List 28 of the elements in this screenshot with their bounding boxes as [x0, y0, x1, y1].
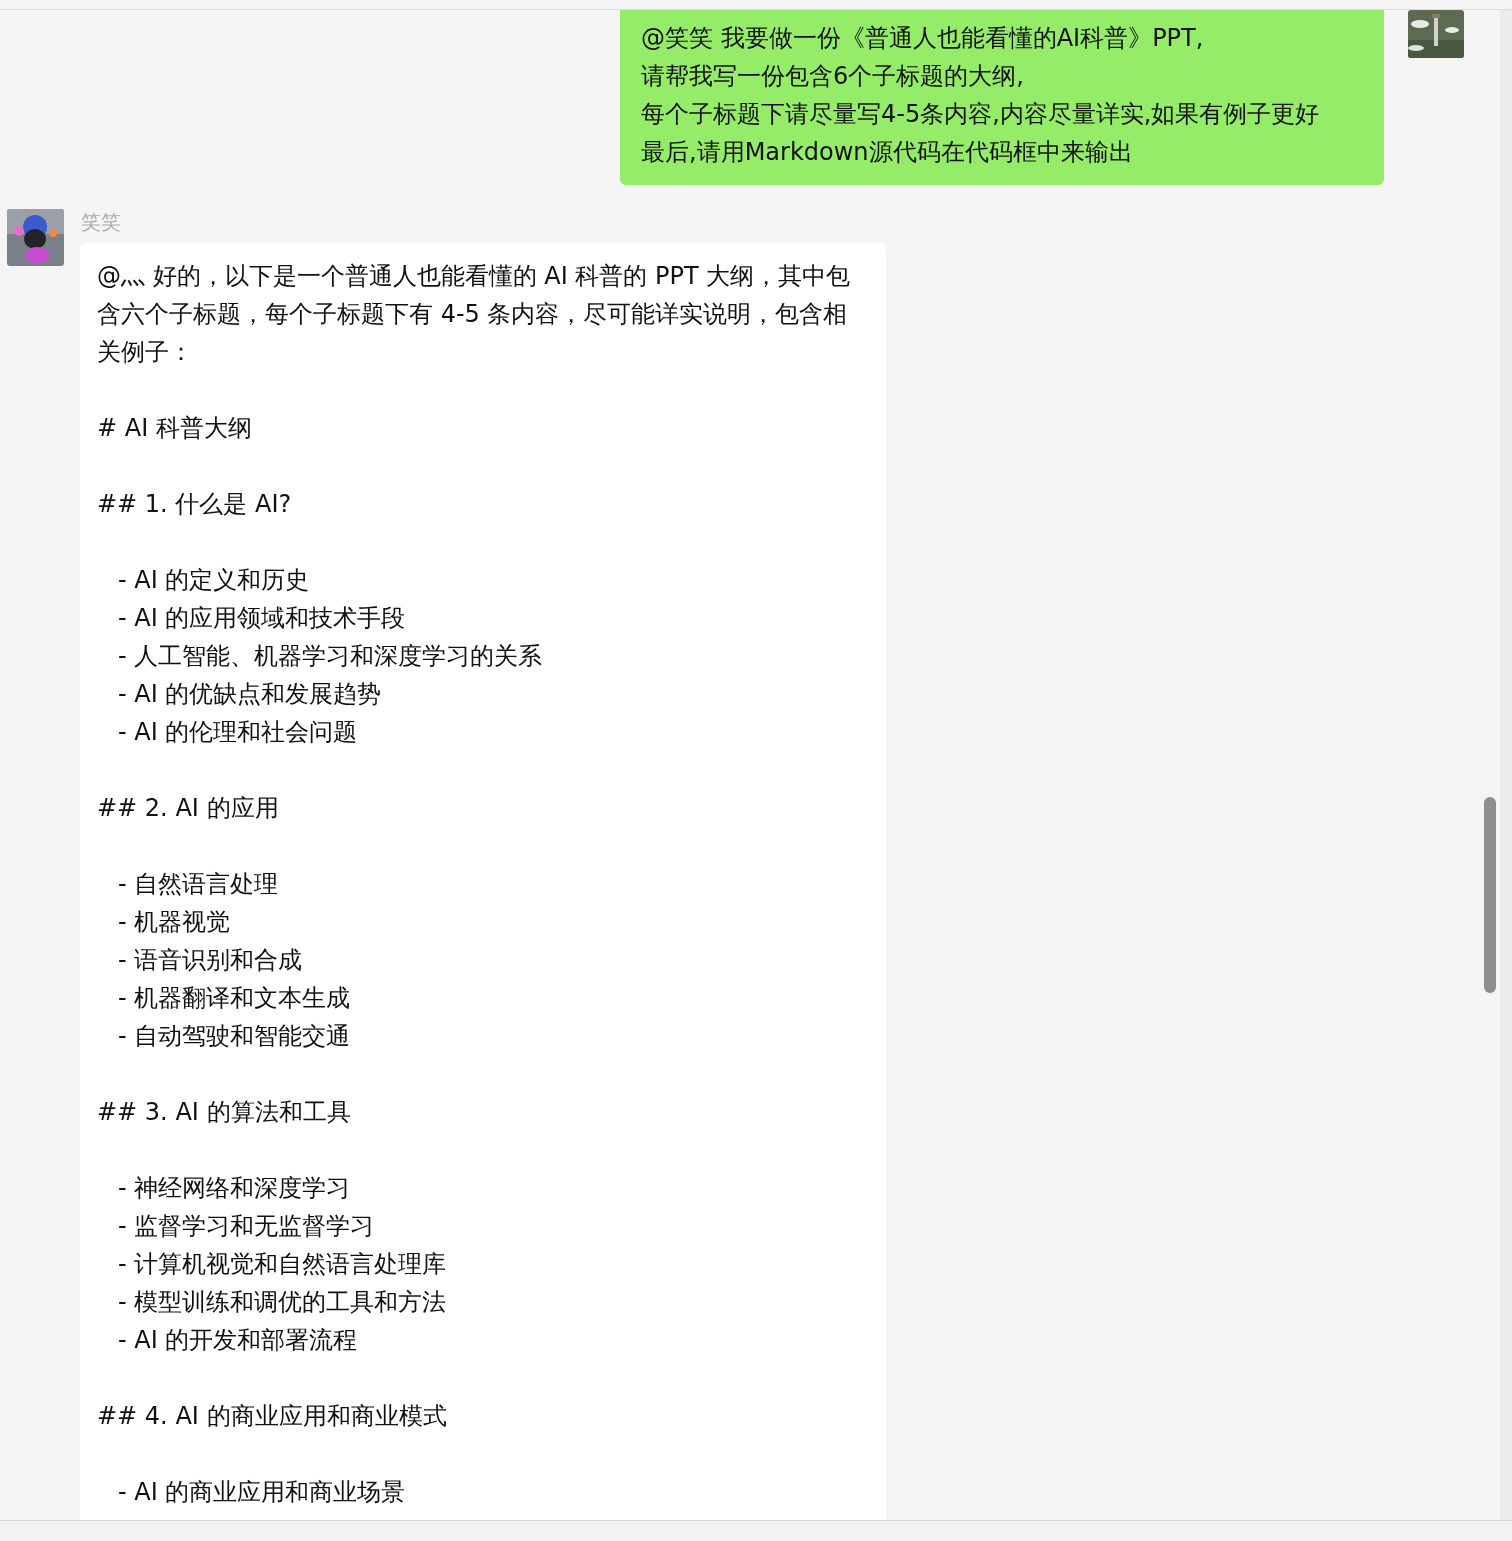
- message-text: - AI 的优缺点和发展趋势: [117, 679, 383, 710]
- message-text: @灬 好的，以下是一个普通人也能看懂的 AI 科普的 PPT 大纲，其中包含六个子标题，每个子标题下有 4-5 条内容，尽可能详实说明，包含相关例子：: [97, 261, 852, 368]
- message-text: 最后,请用Markdown源代码在代码框中来输出: [641, 137, 1134, 168]
- message-text: ## 1. 什么是 AI?: [97, 489, 293, 520]
- message-text: - 神经网络和深度学习: [117, 1173, 352, 1204]
- message-text: - AI 的应用领域和技术手段: [117, 603, 407, 634]
- message-text: # AI 科普大纲: [97, 413, 253, 444]
- message-text: 每个子标题下请尽量写4-5条内容,内容尽量详实,如果有例子更好: [641, 99, 1321, 130]
- message-text: - 自动驾驶和智能交通: [117, 1021, 352, 1052]
- message-text: 请帮我写一份包含6个子标题的大纲,: [641, 61, 1025, 92]
- message-text: - 计算机视觉和自然语言处理库: [117, 1249, 448, 1280]
- message-text: - 模型训练和调优的工具和方法: [117, 1287, 448, 1318]
- message-text: - 人工智能、机器学习和深度学习的关系: [117, 641, 544, 672]
- scrollbar[interactable]: [1484, 797, 1496, 993]
- message-text: ## 4. AI 的商业应用和商业模式: [97, 1401, 448, 1432]
- message-text: - 机器翻译和文本生成: [117, 983, 352, 1014]
- message-text: - 机器视觉: [117, 907, 232, 938]
- message-text: - 语音识别和合成: [117, 945, 304, 976]
- message-text: ## 3. AI 的算法和工具: [97, 1097, 352, 1128]
- message-text: - AI 的伦理和社会问题: [117, 717, 359, 748]
- sender-name: 笑笑: [81, 209, 122, 235]
- message-text: - 自然语言处理: [117, 869, 280, 900]
- message-text: - AI 的定义和历史: [117, 565, 311, 596]
- message-text: @笑笑 我要做一份《普通人也能看懂的AI科普》PPT,: [641, 23, 1205, 54]
- message-text: - 监督学习和无监督学习: [117, 1211, 376, 1242]
- message-text: - AI 的开发和部署流程: [117, 1325, 359, 1356]
- message-text: ## 2. AI 的应用: [97, 793, 280, 824]
- message-text: - AI 的商业应用和商业场景: [117, 1477, 407, 1508]
